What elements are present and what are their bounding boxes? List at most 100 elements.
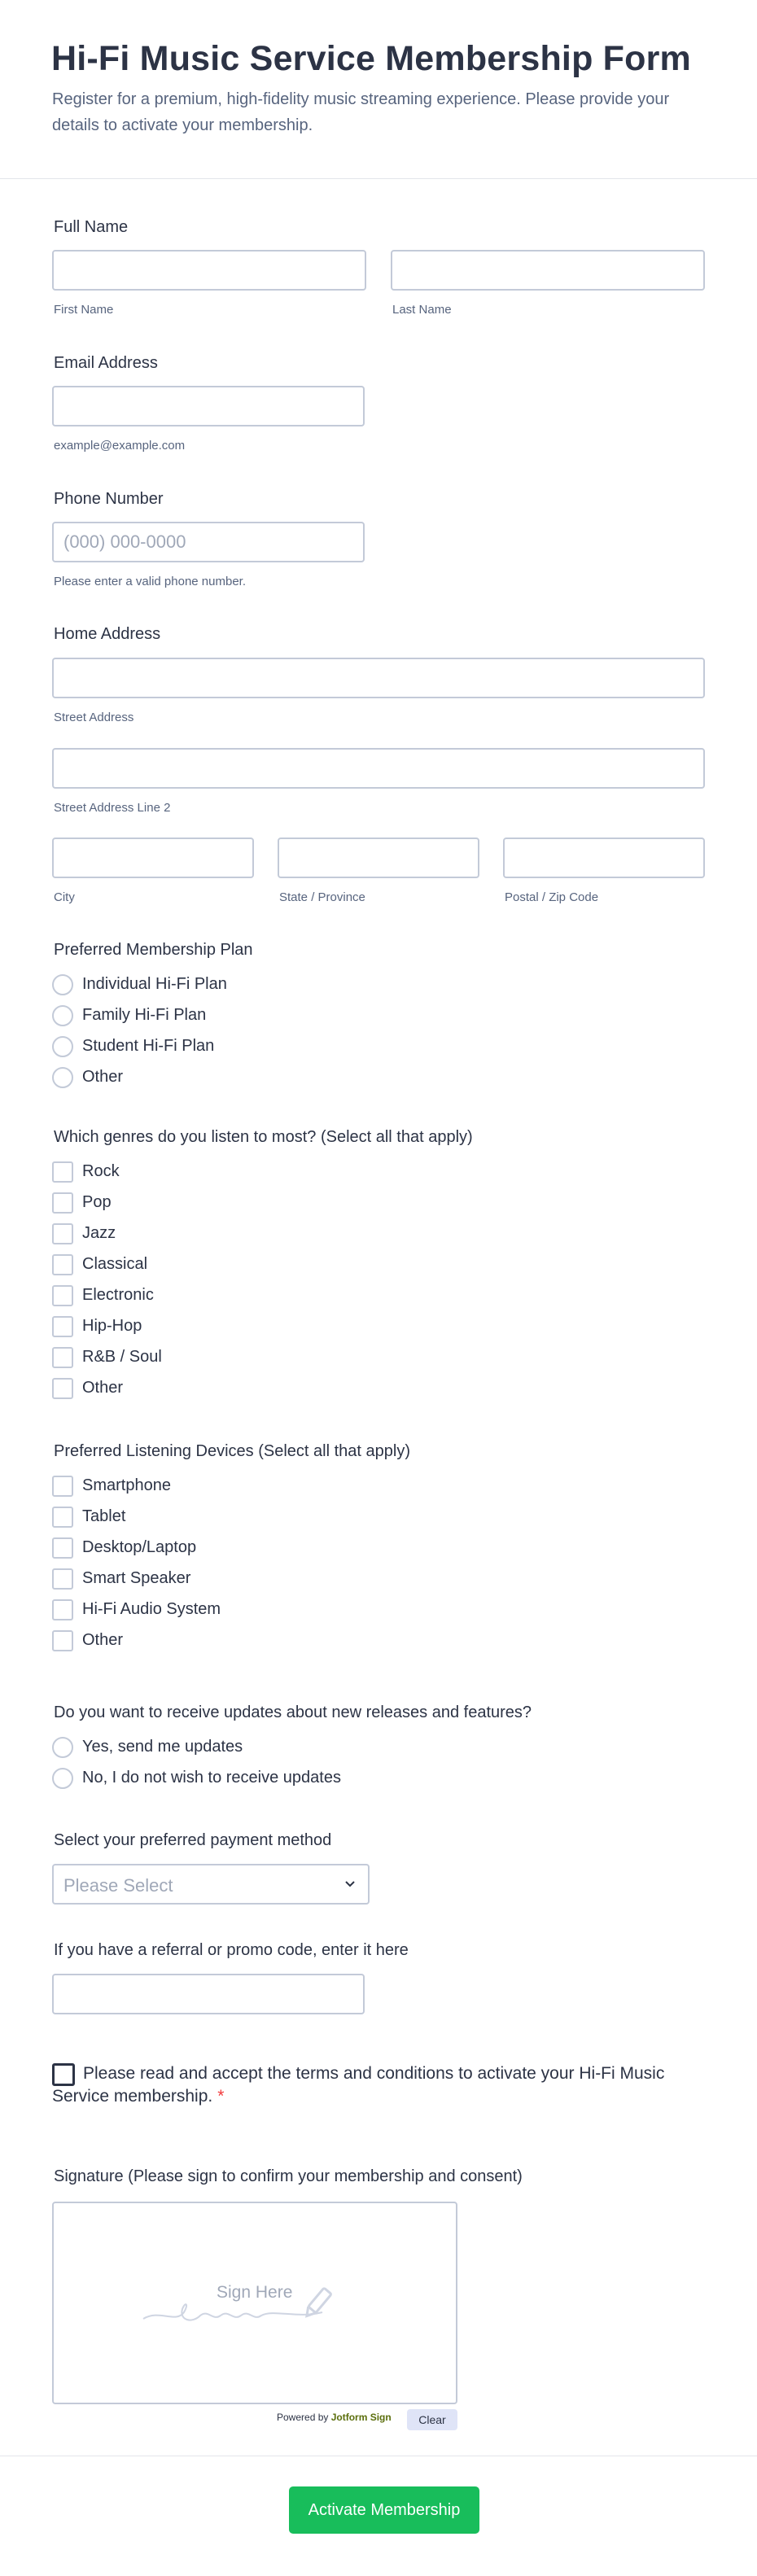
full-name-label: Full Name [54,218,129,236]
genre-option-label: Pop [82,1193,112,1211]
phone-label: Phone Number [54,490,164,508]
genre-option[interactable]: R&B / Soul [52,1345,622,1370]
plan-option-label: Other [82,1068,124,1086]
plan-option-label: Individual Hi-Fi Plan [82,975,227,993]
genre-option[interactable]: Electronic [52,1284,622,1308]
chevron-down-icon [345,1881,355,1887]
genre-option[interactable]: Other [52,1376,622,1401]
device-option-label: Smart Speaker [82,1569,191,1587]
last-name-sublabel: Last Name [392,303,452,317]
device-option[interactable]: Smartphone [52,1474,622,1498]
radio-button[interactable] [52,974,73,995]
state-input[interactable] [278,838,479,878]
form-title: Hi-Fi Music Service Membership Form [51,39,691,78]
radio-button[interactable] [52,1036,73,1057]
payment-select-value: Please Select [63,1875,173,1896]
terms-text: Please read and accept the terms and con… [52,2062,671,2108]
device-option-label: Tablet [82,1507,126,1525]
address-label: Home Address [54,625,161,643]
genre-option[interactable]: Pop [52,1191,622,1215]
plan-label: Preferred Membership Plan [54,941,253,959]
checkbox[interactable] [52,1254,73,1275]
radio-button[interactable] [52,1737,73,1758]
plan-option[interactable]: Student Hi-Fi Plan [52,1034,622,1059]
updates-option[interactable]: Yes, send me updates [52,1735,622,1760]
zip-input[interactable] [503,838,705,878]
promo-code-input[interactable] [52,1974,365,2014]
payment-method-select[interactable]: Please Select [52,1864,370,1905]
updates-option[interactable]: No, I do not wish to receive updates [52,1766,622,1791]
genre-option-label: Hip-Hop [82,1317,142,1335]
device-option-label: Desktop/Laptop [82,1538,197,1556]
email-label: Email Address [54,354,158,372]
genre-option-label: Other [82,1379,124,1397]
device-option-label: Other [82,1631,124,1649]
plan-option[interactable]: Family Hi-Fi Plan [52,1004,622,1028]
clear-signature-button[interactable]: Clear [407,2409,457,2430]
plan-option[interactable]: Other [52,1065,622,1090]
device-option[interactable]: Hi-Fi Audio System [52,1598,622,1622]
checkbox[interactable] [52,1192,73,1214]
checkbox[interactable] [52,1161,73,1183]
required-mark: * [217,2087,225,2106]
checkbox[interactable] [52,1537,73,1559]
checkbox[interactable] [52,1568,73,1590]
signature-label: Signature (Please sign to confirm your m… [54,2167,523,2185]
device-option[interactable]: Tablet [52,1505,622,1529]
phone-sublabel: Please enter a valid phone number. [54,575,246,588]
checkbox[interactable] [52,1599,73,1620]
updates-option-label: Yes, send me updates [82,1738,243,1756]
last-name-input[interactable] [391,250,705,291]
form-subtitle: Register for a premium, high-fidelity mu… [52,90,670,134]
genre-option[interactable]: Rock [52,1160,622,1184]
genre-option-label: Rock [82,1162,120,1180]
radio-button[interactable] [52,1005,73,1026]
signature-pad[interactable]: Sign Here [52,2202,457,2404]
device-option[interactable]: Smart Speaker [52,1567,622,1591]
genre-option-label: Classical [82,1255,148,1273]
genres-label: Which genres do you listen to most? (Sel… [54,1128,473,1146]
updates-option-label: No, I do not wish to receive updates [82,1769,341,1787]
device-option[interactable]: Desktop/Laptop [52,1536,622,1560]
updates-label: Do you want to receive updates about new… [54,1703,532,1721]
first-name-input[interactable] [52,250,366,291]
plan-option[interactable]: Individual Hi-Fi Plan [52,973,622,997]
email-sublabel: example@example.com [54,439,186,453]
checkbox[interactable] [52,1316,73,1337]
phone-input[interactable]: (000) 000-0000 [52,522,365,562]
device-option[interactable]: Other [52,1629,622,1653]
powered-prefix: Powered by [277,2412,329,2423]
genre-option[interactable]: Jazz [52,1222,622,1246]
device-option-label: Hi-Fi Audio System [82,1600,221,1618]
radio-button[interactable] [52,1768,73,1789]
checkbox[interactable] [52,1285,73,1306]
checkbox[interactable] [52,1630,73,1651]
checkbox[interactable] [52,1223,73,1244]
city-sublabel: City [54,890,75,904]
jotform-sign-brand: Jotform Sign [330,2412,392,2423]
genre-option-label: Jazz [82,1224,116,1242]
street-address-line2-input[interactable] [52,748,705,789]
plan-option-label: Family Hi-Fi Plan [82,1006,207,1024]
checkbox[interactable] [52,1507,73,1528]
street-address-sublabel: Street Address [54,711,134,724]
street-address-input[interactable] [52,658,705,698]
email-input[interactable] [52,386,365,426]
payment-label: Select your preferred payment method [54,1831,332,1849]
city-input[interactable] [52,838,254,878]
checkbox[interactable] [52,1347,73,1368]
street-address-line2-sublabel: Street Address Line 2 [54,801,171,815]
promo-label: If you have a referral or promo code, en… [54,1941,409,1959]
signature-hint: Sign Here [217,2283,293,2302]
checkbox[interactable] [52,1476,73,1497]
checkbox[interactable] [52,1378,73,1399]
genre-option[interactable]: Hip-Hop [52,1314,622,1339]
zip-sublabel: Postal / Zip Code [505,890,599,904]
radio-button[interactable] [52,1067,73,1088]
genre-option[interactable]: Classical [52,1253,622,1277]
genre-option-label: Electronic [82,1286,154,1304]
form-header: Hi-Fi Music Service Membership Form Regi… [0,0,757,179]
genre-option-label: R&B / Soul [82,1348,162,1366]
activate-membership-button[interactable]: Activate Membership [289,2486,479,2534]
terms-label: Please read and accept the terms and con… [52,2064,665,2106]
